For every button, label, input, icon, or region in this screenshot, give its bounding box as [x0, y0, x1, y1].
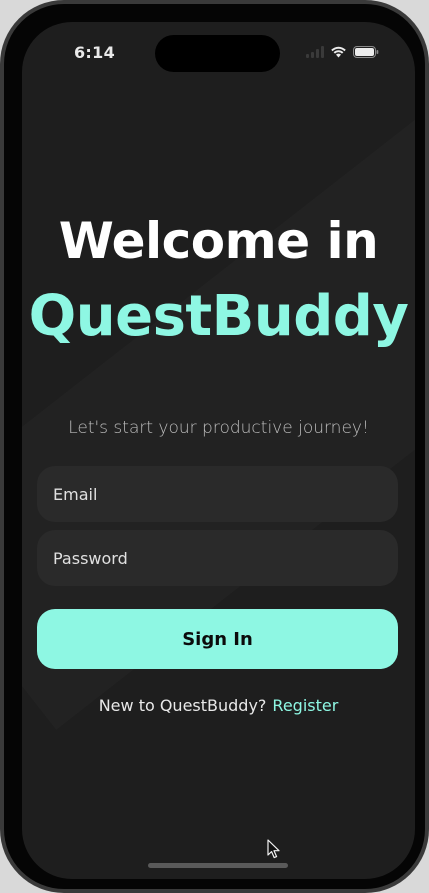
password-input[interactable]: [37, 530, 398, 586]
phone-bezel: 6:14 Welcome in QuestBuddy Let's start y…: [4, 4, 425, 889]
tagline: Let's start your productive journey!: [68, 418, 369, 438]
email-input[interactable]: [37, 466, 398, 522]
home-indicator: [148, 863, 288, 868]
register-prompt-text: New to QuestBuddy?: [98, 696, 267, 715]
sign-in-button[interactable]: Sign In: [37, 609, 398, 669]
cellular-signal-icon: [306, 46, 324, 58]
mouse-pointer-icon: [267, 839, 281, 863]
status-time: 6:14: [74, 43, 115, 62]
dynamic-island: [155, 35, 280, 72]
battery-icon: [353, 46, 379, 58]
brand-title: QuestBuddy: [28, 284, 409, 349]
wifi-icon: [330, 46, 347, 58]
status-icons: [306, 46, 379, 58]
register-prompt-line: New to QuestBuddy? Register: [22, 696, 415, 715]
app-screen: 6:14 Welcome in QuestBuddy Let's start y…: [22, 22, 415, 879]
register-link[interactable]: Register: [272, 696, 338, 715]
welcome-heading: Welcome in: [58, 212, 379, 270]
phone-frame: 6:14 Welcome in QuestBuddy Let's start y…: [0, 0, 429, 893]
